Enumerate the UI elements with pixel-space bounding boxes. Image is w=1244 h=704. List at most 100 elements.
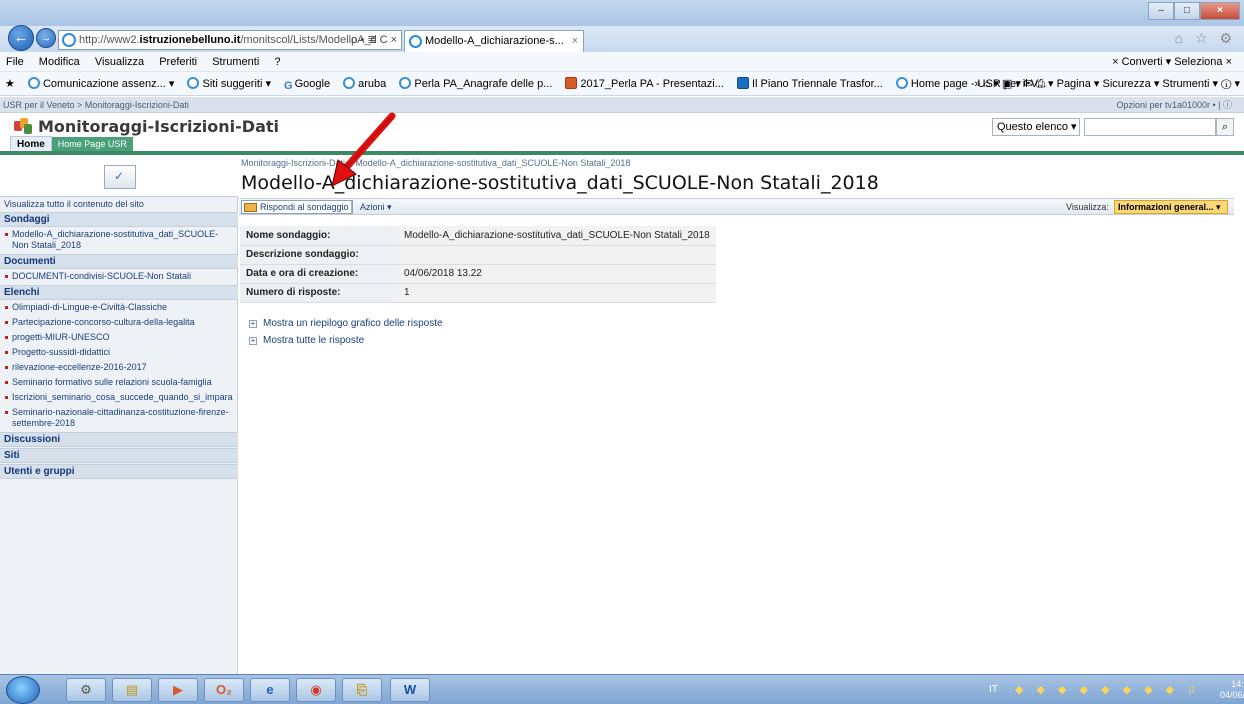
menu-help[interactable]: ? <box>268 52 286 72</box>
clock[interactable]: 14:47 04/06/2018 <box>1220 679 1244 701</box>
search-icon[interactable]: ⌕ <box>1216 118 1234 136</box>
info-label: Data e ora di creazione: <box>240 264 398 284</box>
close-window-button[interactable]: × <box>1200 2 1240 20</box>
fav-label: Perla PA_Anagrafe delle p... <box>414 78 553 90</box>
info-value: 1 <box>398 283 716 303</box>
menu-strumenti[interactable]: Strumenti <box>206 52 265 72</box>
ql-heading-discussioni[interactable]: Discussioni <box>0 432 238 447</box>
search-scope-select[interactable]: Questo elenco ▾ <box>992 118 1080 136</box>
taskbar-app-word-icon[interactable]: W <box>390 678 430 702</box>
ql-item-documenti-condivisi[interactable]: DOCUMENTI-condivisi-SCUOLE-Non Statali <box>0 269 238 284</box>
taskbar-app-ie-icon[interactable]: e <box>250 678 290 702</box>
menu-preferiti[interactable]: Preferiti <box>153 52 203 72</box>
browser-tab[interactable]: Modello-A_dichiarazione-s... × <box>404 30 584 52</box>
info-value: Modello-A_dichiarazione-sostitutiva_dati… <box>398 226 716 246</box>
fav-label: Comunicazione assenz... ▾ <box>42 78 175 90</box>
fav-aruba[interactable]: aruba <box>338 72 391 95</box>
tab-close-icon[interactable]: × <box>572 31 578 51</box>
fav-perla-presentazione[interactable]: 2017_Perla PA - Presentazi... <box>560 72 729 95</box>
favorites-bar: ★ Comunicazione assenz... ▾ Siti suggeri… <box>0 72 1244 96</box>
show-graphical-summary-link[interactable]: + Mostra un riepilogo grafico delle rispo… <box>249 318 443 329</box>
fav-label: aruba <box>358 78 387 90</box>
window-controls: – □ × <box>1148 2 1240 20</box>
breadcrumb[interactable]: Monitoraggi-Iscrizioni-Dati > Modello-A_… <box>241 158 630 168</box>
minimize-button[interactable]: – <box>1148 2 1174 20</box>
start-button[interactable] <box>6 676 40 704</box>
table-row: Nome sondaggio: Modello-A_dichiarazione-… <box>240 226 716 246</box>
view-selector[interactable]: Informazioni general... ▾ <box>1114 200 1228 214</box>
taskbar-app-folder-icon[interactable]: ⎘ <box>342 678 382 702</box>
ql-heading-elenchi[interactable]: Elenchi <box>0 285 238 300</box>
fav-ie-icon <box>187 77 200 89</box>
taskbar-app-outlook-icon[interactable]: O₂ <box>204 678 244 702</box>
search-input[interactable] <box>1084 118 1216 136</box>
maximize-button[interactable]: □ <box>1174 2 1200 20</box>
ql-item-unesco[interactable]: progetti-MIUR-UNESCO <box>0 330 238 345</box>
ql-heading-siti[interactable]: Siti <box>0 448 238 463</box>
expander-label: Mostra tutte le risposte <box>263 335 365 346</box>
address-tools-icon[interactable]: ρ • ≣ C × <box>351 31 397 49</box>
home-favorites-settings-icons[interactable]: ⌂ ☆ ⚙ <box>1175 30 1236 47</box>
ql-heading-documenti[interactable]: Documenti <box>0 254 238 269</box>
forward-button[interactable]: → <box>36 28 56 48</box>
sp-header: Monitoraggi-Iscrizioni-Dati Questo elenc… <box>0 114 1244 148</box>
fav-comunicazione[interactable]: Comunicazione assenz... ▾ <box>23 72 179 95</box>
fav-siti-suggeriti[interactable]: Siti suggeriti ▾ <box>182 72 276 95</box>
command-bar[interactable]: » ⌂ ▾ ▣ ▾ ✉ ⎙ ▾ Pagina ▾ Sicurezza ▾ Str… <box>974 72 1240 95</box>
site-title[interactable]: Monitoraggi-Iscrizioni-Dati <box>38 117 279 136</box>
fav-piano-triennale[interactable]: Il Piano Triennale Trasfor... <box>732 72 888 95</box>
taskbar-app-explorer-icon[interactable]: ▤ <box>112 678 152 702</box>
address-prefix: http://www2. <box>79 34 140 46</box>
piano-triennale-icon <box>736 77 749 89</box>
tray-icons[interactable]: ◆ ◆ ◆ ◆ ◆ ◆ ◆ ◆ ♫ <box>1015 675 1200 704</box>
actions-menu[interactable]: Azioni ▾ <box>360 199 392 215</box>
info-label: Numero di risposte: <box>240 283 398 303</box>
fav-ie-icon <box>895 77 908 89</box>
menu-modifica[interactable]: Modifica <box>33 52 86 72</box>
ql-item-seminario-nazionale[interactable]: Seminario-nazionale-cittadinanza-costitu… <box>0 405 238 431</box>
respond-survey-button[interactable]: Rispondi al sondaggio <box>241 200 353 214</box>
favorites-star-icon[interactable]: ★ <box>0 72 20 95</box>
ql-item-sussidi[interactable]: Progetto-sussidi-didattici <box>0 345 238 360</box>
user-options-menu[interactable]: Opzioni per tv1a01000r • | ⓘ <box>1116 97 1232 113</box>
fav-label: 2017_Perla PA - Presentazi... <box>580 78 724 90</box>
ql-item-seminario-famiglia[interactable]: Seminario formativo sulle relazioni scuo… <box>0 375 238 390</box>
ie-page-icon <box>62 33 76 47</box>
ql-item-legalita[interactable]: Partecipazione-concorso-cultura-della-le… <box>0 315 238 330</box>
system-tray: IT ◆ ◆ ◆ ◆ ◆ ◆ ◆ ◆ ♫ 14:47 04/06/2018 <box>975 675 1244 704</box>
expand-icon: + <box>249 319 257 328</box>
table-row: Numero di risposte: 1 <box>240 283 716 303</box>
address-bar[interactable]: http://www2.istruzionebelluno.it/monitsc… <box>58 30 402 50</box>
fav-ie-icon <box>399 77 412 89</box>
global-breadcrumb-text[interactable]: USR per il Veneto > Monitoraggi-Iscrizio… <box>3 100 189 110</box>
taskbar-app-search-icon[interactable]: ⚙ <box>66 678 106 702</box>
ql-item-eccellenze[interactable]: rilevazione-eccellenze-2016-2017 <box>0 360 238 375</box>
view-all-content-link[interactable]: Visualizza tutto il contenuto del sito <box>0 197 238 211</box>
ql-item-modello-a[interactable]: Modello-A_dichiarazione-sostitutiva_dati… <box>0 227 238 253</box>
taskbar-app-media-icon[interactable]: ▶ <box>158 678 198 702</box>
survey-icon: ✓ <box>104 165 136 189</box>
show-all-responses-link[interactable]: + Mostra tutte le risposte <box>249 335 364 346</box>
language-indicator[interactable]: IT <box>989 675 998 704</box>
back-button[interactable]: ← <box>8 25 34 51</box>
tab-home[interactable]: Home <box>10 136 52 151</box>
menu-file[interactable]: File <box>0 52 30 72</box>
ql-heading-sondaggi[interactable]: Sondaggi <box>0 212 238 227</box>
converti-seleziona-toolbar[interactable]: × Converti ▾ Seleziona × <box>1112 52 1232 72</box>
red-arrow-annotation <box>331 112 396 187</box>
tab-home-page-usr[interactable]: Home Page USR <box>51 137 133 152</box>
expand-icon: + <box>249 336 257 345</box>
ql-heading-utenti-gruppi[interactable]: Utenti e gruppi <box>0 464 238 479</box>
respond-icon <box>244 203 257 212</box>
fav-ie-icon <box>27 77 40 89</box>
list-toolbar: Rispondi al sondaggio Azioni ▾ Visualizz… <box>239 198 1234 215</box>
clock-time: 14:47 <box>1231 679 1244 689</box>
fav-perla-pa[interactable]: Perla PA_Anagrafe delle p... <box>394 72 557 95</box>
info-value: 04/06/2018 13.22 <box>398 264 716 284</box>
taskbar-app-chrome-icon[interactable]: ◉ <box>296 678 336 702</box>
clock-date: 04/06/2018 <box>1220 690 1244 700</box>
fav-google[interactable]: G Google <box>279 72 335 95</box>
menu-visualizza[interactable]: Visualizza <box>89 52 150 72</box>
ql-item-olimpiadi[interactable]: Olimpiadi-di-Lingue-e-Civiltà-Classiche <box>0 300 238 315</box>
ql-item-iscrizioni-seminario[interactable]: Iscrizioni_seminario_cosa_succede_quando… <box>0 390 238 405</box>
